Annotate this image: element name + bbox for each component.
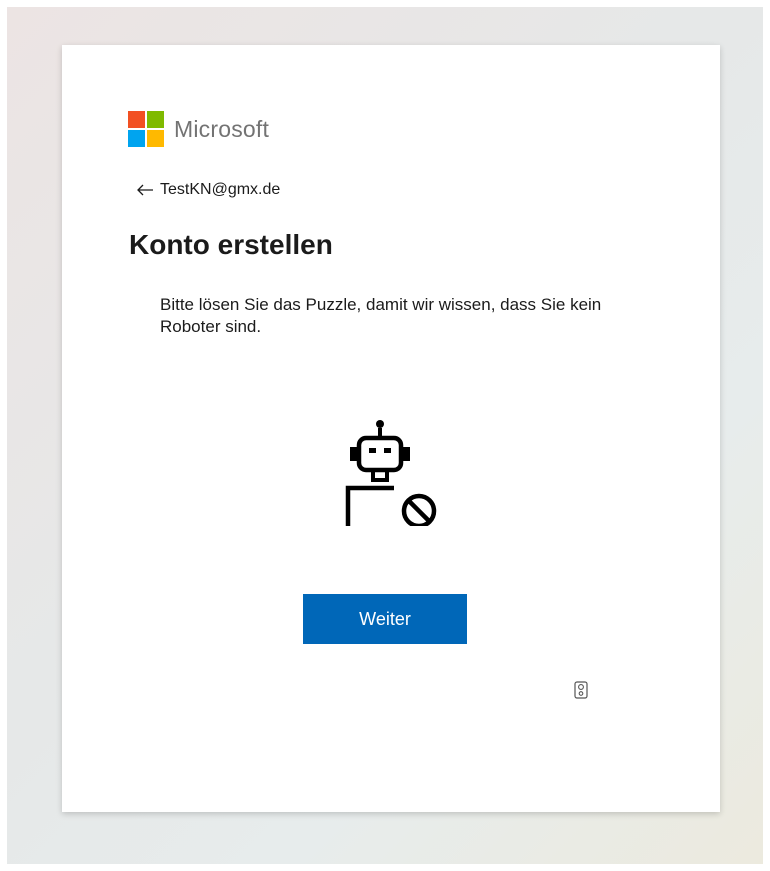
identity-email: TestKN@gmx.de bbox=[160, 181, 281, 198]
brand-name: Microsoft bbox=[174, 115, 270, 142]
continue-button[interactable]: Weiter bbox=[303, 594, 467, 644]
microsoft-logo: Microsoft bbox=[128, 111, 269, 147]
challenge-description: Bitte lösen Sie das Puzzle, damit wir wi… bbox=[160, 295, 602, 336]
back-to-identity-button[interactable]: TestKN@gmx.de bbox=[136, 181, 280, 199]
signup-card: Microsoft TestKN@gmx.de Konto erstellen … bbox=[62, 45, 720, 812]
page-title: Konto erstellen bbox=[129, 229, 333, 260]
robot-blocked-icon bbox=[345, 420, 437, 526]
arrow-left-icon bbox=[137, 184, 153, 196]
microsoft-logo-icon bbox=[128, 111, 164, 147]
audio-challenge-icon[interactable] bbox=[574, 681, 588, 699]
